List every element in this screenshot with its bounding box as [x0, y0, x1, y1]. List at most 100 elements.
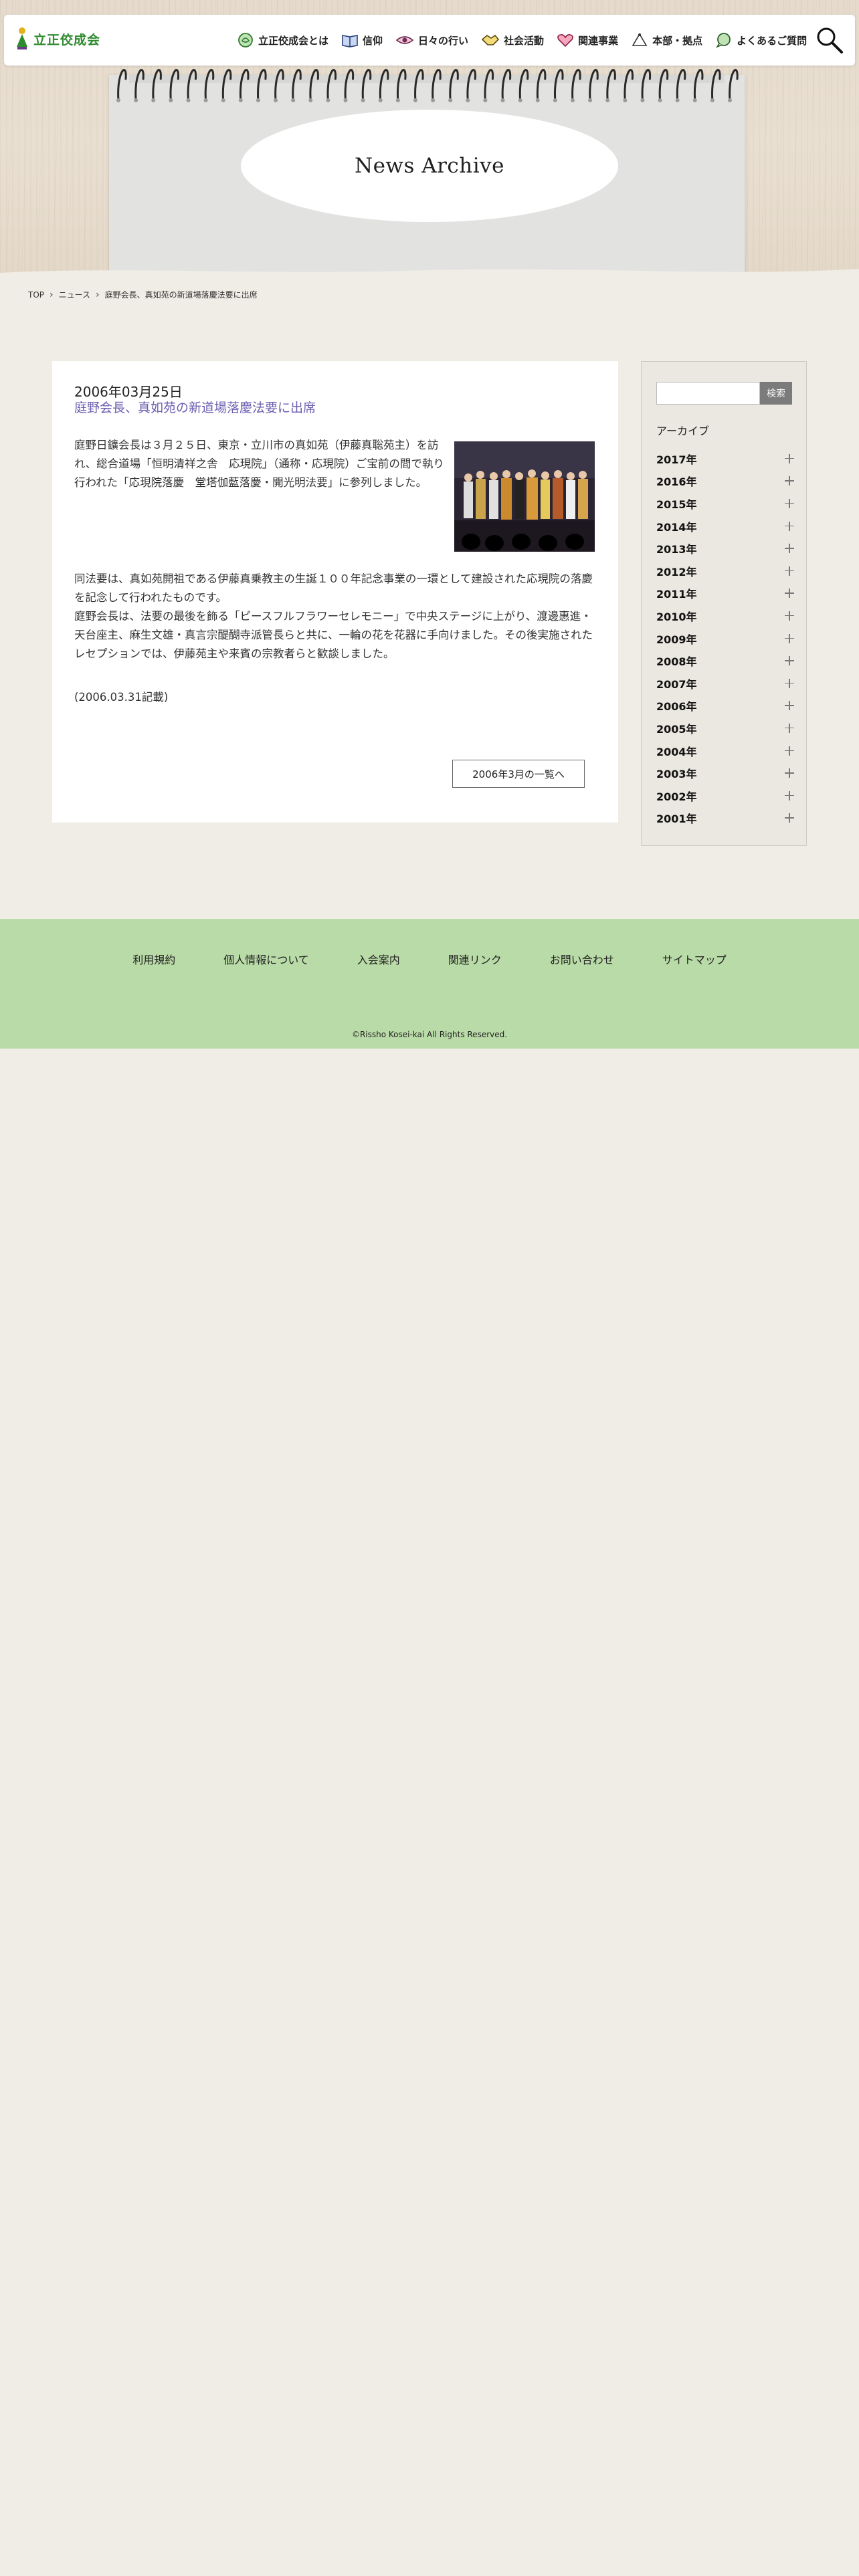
- chevron-right-icon: ›: [96, 289, 100, 300]
- archive-year-label: 2017年: [656, 453, 697, 466]
- archive-year-label: 2015年: [656, 498, 697, 511]
- nav-faq-label: よくあるご質問: [737, 34, 807, 47]
- archive-year-label: 2004年: [656, 745, 697, 758]
- footer-link-terms[interactable]: 利用規約: [132, 951, 175, 967]
- nav-daily[interactable]: 日々の行い: [395, 33, 468, 47]
- archive-year-item[interactable]: 2017年: [656, 447, 794, 470]
- sidebar-search-input[interactable]: [656, 382, 760, 405]
- archive-year-label: 2014年: [656, 520, 697, 534]
- speech-bubble-icon: [716, 33, 731, 48]
- archive-year-label: 2009年: [656, 633, 697, 646]
- archive-year-label: 2011年: [656, 588, 697, 601]
- expand-plus-icon[interactable]: [785, 656, 794, 666]
- copyright: ©Rissho Kosei-kai All Rights Reserved.: [351, 1030, 508, 1039]
- expand-plus-icon[interactable]: [785, 521, 794, 531]
- archive-year-label: 2001年: [656, 813, 697, 826]
- footer-link-related[interactable]: 関連リンク: [448, 951, 502, 967]
- sidebar: 検索 アーカイブ 2017年 2016年 2015年 2014年 2013年 2012年 2…: [641, 361, 807, 846]
- article-paragraph: 庭野日鑛会長は３月２５日、東京・立川市の真如苑（伊藤真聡苑主）を訪れ、総合道場「…: [74, 439, 444, 489]
- page-title-oval: News Archive: [241, 110, 618, 222]
- nav-related-label: 関連事業: [578, 34, 619, 47]
- breadcrumb-top[interactable]: TOP: [28, 290, 44, 300]
- article-note: (2006.03.31記載): [74, 691, 169, 704]
- footer-nav: 利用規約 個人情報について 入会案内 関連リンク お問い合わせ サイトマップ: [0, 951, 859, 967]
- expand-plus-icon[interactable]: [785, 723, 794, 733]
- site-logo[interactable]: 立正佼成会: [15, 27, 100, 51]
- footer-link-join[interactable]: 入会案内: [357, 951, 400, 967]
- archive-year-item[interactable]: 2016年: [656, 470, 794, 493]
- article-photo: [454, 441, 595, 552]
- archive-year-item[interactable]: 2013年: [656, 537, 794, 560]
- expand-plus-icon[interactable]: [785, 678, 794, 688]
- hero-wave-divider: [0, 269, 859, 281]
- article-paragraph: 庭野会長は、法要の最後を飾る「ピースフルフラワーセレモニー」で中央ステージに上が…: [74, 610, 593, 660]
- article-body: 同法要は、真如苑開祖である伊藤真乗教主の生誕１００年記念事業の一環として建設され…: [74, 570, 599, 663]
- header-search-button[interactable]: [815, 25, 844, 55]
- expand-plus-icon[interactable]: [785, 790, 794, 800]
- logo-text: 立正佼成会: [33, 32, 101, 47]
- chevron-right-icon: ›: [50, 289, 54, 300]
- expand-plus-icon[interactable]: [785, 746, 794, 756]
- archive-year-item[interactable]: 2009年: [656, 627, 794, 650]
- breadcrumb-current: 庭野会長、真如苑の新道場落慶法要に出席: [104, 290, 258, 300]
- expand-plus-icon[interactable]: [785, 453, 794, 463]
- archive-year-item[interactable]: 2002年: [656, 784, 794, 807]
- expand-plus-icon[interactable]: [785, 498, 794, 508]
- spiral-binding: [116, 69, 739, 102]
- footer-link-sitemap[interactable]: サイトマップ: [662, 951, 727, 967]
- eye-icon: [395, 36, 414, 44]
- expand-plus-icon[interactable]: [785, 544, 794, 554]
- archive-year-item[interactable]: 2001年: [656, 807, 794, 830]
- global-nav: 立正佼成会とは 信仰 日々の行い 社会活動 関連事業 本部・拠点 よくあるご質問: [237, 15, 807, 66]
- article-card: 2006年03月25日 庭野会長、真如苑の新道場落慶法要に出席 庭野日鑛会長は３…: [52, 361, 618, 823]
- expand-plus-icon[interactable]: [785, 566, 794, 576]
- expand-plus-icon[interactable]: [785, 701, 794, 711]
- article-title: 庭野会長、真如苑の新道場落慶法要に出席: [74, 401, 316, 415]
- archive-year-label: 2008年: [656, 655, 697, 669]
- expand-plus-icon[interactable]: [785, 476, 794, 486]
- nav-about[interactable]: 立正佼成会とは: [237, 32, 328, 48]
- article-paragraph: 同法要は、真如苑開祖である伊藤真乗教主の生誕１００年記念事業の一環として建設され…: [74, 572, 593, 604]
- archive-year-label: 2002年: [656, 790, 697, 803]
- logo-mark-icon: [17, 27, 27, 49]
- archive-year-list: 2017年 2016年 2015年 2014年 2013年 2012年 2011年 2010年…: [656, 447, 794, 829]
- expand-plus-icon[interactable]: [785, 813, 794, 823]
- nav-headquarters[interactable]: 本部・拠点: [631, 32, 702, 48]
- breadcrumb-news[interactable]: ニュース: [59, 289, 90, 300]
- breadcrumb: TOP › ニュース › 庭野会長、真如苑の新道場落慶法要に出席: [28, 289, 258, 300]
- archive-year-item[interactable]: 2015年: [656, 492, 794, 515]
- expand-plus-icon[interactable]: [785, 768, 794, 778]
- archive-year-item[interactable]: 2008年: [656, 649, 794, 672]
- handshake-icon: [481, 34, 500, 45]
- nav-social[interactable]: 社会活動: [481, 33, 544, 47]
- footer-link-contact[interactable]: お問い合わせ: [550, 951, 614, 967]
- nav-headquarters-label: 本部・拠点: [652, 34, 703, 47]
- archive-heading: アーカイブ: [656, 425, 710, 437]
- expand-plus-icon[interactable]: [785, 588, 794, 599]
- archive-year-item[interactable]: 2006年: [656, 695, 794, 718]
- expand-plus-icon[interactable]: [785, 611, 794, 621]
- archive-year-label: 2007年: [656, 677, 697, 691]
- archive-year-item[interactable]: 2014年: [656, 515, 794, 538]
- archive-year-label: 2010年: [656, 610, 697, 623]
- archive-year-item[interactable]: 2003年: [656, 762, 794, 784]
- archive-year-label: 2013年: [656, 543, 697, 556]
- sidebar-search-button[interactable]: 検索: [760, 382, 792, 405]
- heart-icon: [557, 34, 573, 47]
- nav-faq[interactable]: よくあるご質問: [715, 32, 807, 48]
- archive-year-item[interactable]: 2012年: [656, 560, 794, 582]
- expand-plus-icon[interactable]: [785, 633, 794, 643]
- nav-faith-label: 信仰: [363, 34, 383, 47]
- back-to-month-list-button[interactable]: 2006年3月の一覧へ: [452, 760, 585, 788]
- nav-faith[interactable]: 信仰: [341, 33, 383, 47]
- archive-year-item[interactable]: 2004年: [656, 740, 794, 762]
- archive-year-item[interactable]: 2005年: [656, 717, 794, 740]
- nav-related[interactable]: 関連事業: [557, 33, 618, 47]
- nav-daily-label: 日々の行い: [418, 34, 469, 47]
- site-footer: 利用規約 個人情報について 入会案内 関連リンク お問い合わせ サイトマップ ©…: [0, 919, 859, 1049]
- footer-link-privacy[interactable]: 個人情報について: [223, 951, 309, 967]
- archive-year-item[interactable]: 2007年: [656, 672, 794, 695]
- nav-about-label: 立正佼成会とは: [258, 34, 329, 47]
- archive-year-item[interactable]: 2011年: [656, 582, 794, 605]
- archive-year-item[interactable]: 2010年: [656, 605, 794, 627]
